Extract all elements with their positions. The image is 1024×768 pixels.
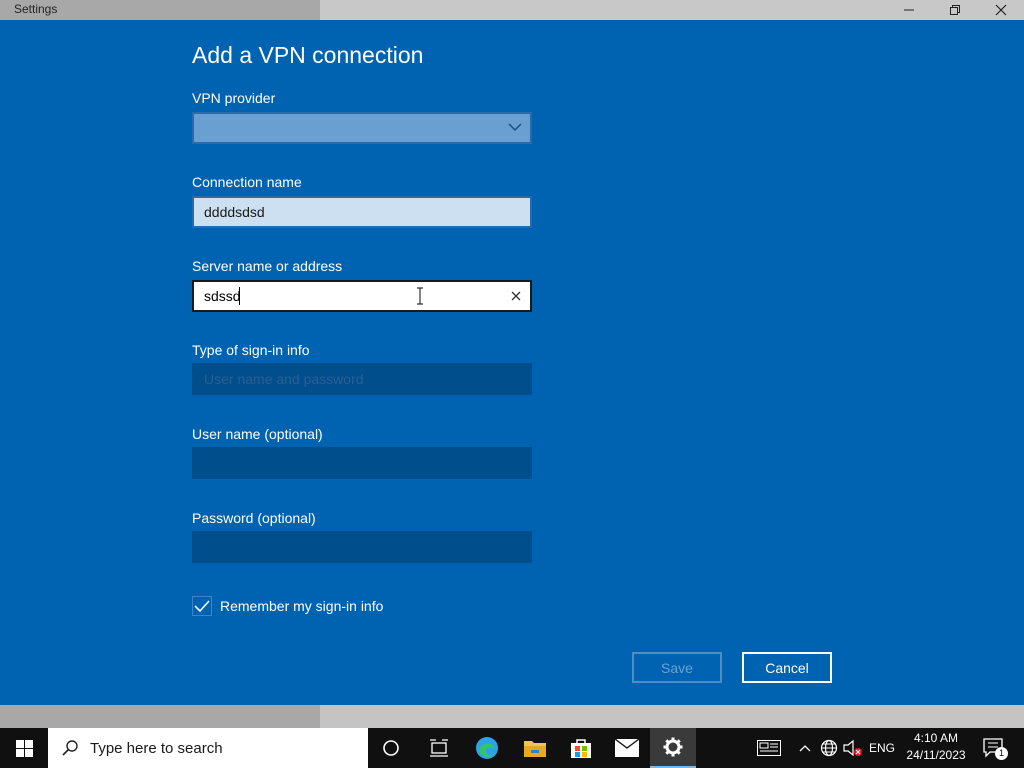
server-label: Server name or address [192,258,343,274]
task-view-icon [430,739,448,757]
window-title: Settings [14,2,58,16]
clear-icon[interactable] [510,290,522,302]
close-icon [995,4,1007,16]
edge-taskbar-button[interactable] [464,728,510,768]
language-label: ENG [868,741,895,755]
mail-button[interactable] [604,728,650,768]
taskbar-search-box[interactable]: Type here to search [48,728,368,768]
gear-icon [663,737,683,757]
vpn-provider-label: VPN provider [192,90,276,106]
mail-icon [615,739,639,757]
dialog-title: Add a VPN connection [192,42,424,68]
title-bar: Settings [0,0,1024,20]
server-value: sdssd [204,288,241,304]
vpn-dialog: Add a VPN connection VPN provider Connec… [0,20,1024,705]
minimize-button[interactable] [886,0,932,20]
system-clock[interactable]: 4:10 AM 24/11/2023 [900,730,972,764]
task-view-button[interactable] [416,728,462,768]
chevron-up-icon [799,745,811,752]
chevron-down-icon [508,123,522,132]
clock-date: 24/11/2023 [906,748,966,762]
globe-icon [820,739,838,757]
cortana-circle-icon [383,740,399,756]
password-label: Password (optional) [192,510,316,526]
sign-in-type-dropdown[interactable]: User name and password [192,363,532,395]
clock-time: 4:10 AM [913,731,959,745]
remember-checkbox[interactable] [192,596,212,616]
username-input[interactable] [192,447,532,479]
cancel-button[interactable]: Cancel [742,652,832,683]
server-input[interactable]: sdssd [192,280,532,312]
notifications-button[interactable]: 1 [978,728,1010,768]
store-icon [571,739,591,758]
volume-button[interactable] [842,728,864,768]
show-hidden-icons-button[interactable] [795,728,815,768]
remember-label: Remember my sign-in info [220,598,384,614]
connection-name-input[interactable]: ddddsdsd [192,196,532,228]
vpn-provider-dropdown[interactable] [192,112,532,144]
close-button[interactable] [978,0,1024,20]
sign-in-type-value: User name and password [204,371,364,387]
username-label: User name (optional) [192,426,323,442]
save-button[interactable]: Save [632,652,722,683]
connection-name-value: ddddsdsd [204,204,265,220]
minimize-icon [904,9,914,11]
folder-icon [524,741,546,757]
file-explorer-button[interactable] [512,728,558,768]
remember-sign-in-row[interactable]: Remember my sign-in info [192,596,383,616]
window-bottom-strip [320,705,1024,728]
text-cursor-icon [417,287,423,305]
search-placeholder: Type here to search [90,739,223,757]
cortana-button[interactable] [368,728,414,768]
windows-logo-icon [15,739,33,757]
restore-icon [950,5,960,15]
news-icon [757,740,781,756]
password-input[interactable] [192,531,532,563]
search-icon [62,740,78,756]
notification-count: 1 [995,747,1008,760]
window-bottom-edge [0,705,1024,728]
restore-button[interactable] [932,0,978,20]
volume-muted-icon [843,739,862,757]
network-button[interactable] [818,728,840,768]
text-caret [239,287,240,305]
checkmark-icon [194,600,210,613]
taskbar: Type here to search ENG 4:10 AM 24/11/20… [0,728,1024,768]
sign-in-type-label: Type of sign-in info [192,342,310,358]
settings-taskbar-button[interactable] [650,728,696,768]
edge-icon [476,737,498,759]
news-widget-button[interactable] [754,728,784,768]
start-button[interactable] [0,728,48,768]
language-indicator[interactable]: ENG [866,728,898,768]
connection-name-label: Connection name [192,174,302,190]
store-button[interactable] [558,728,604,768]
